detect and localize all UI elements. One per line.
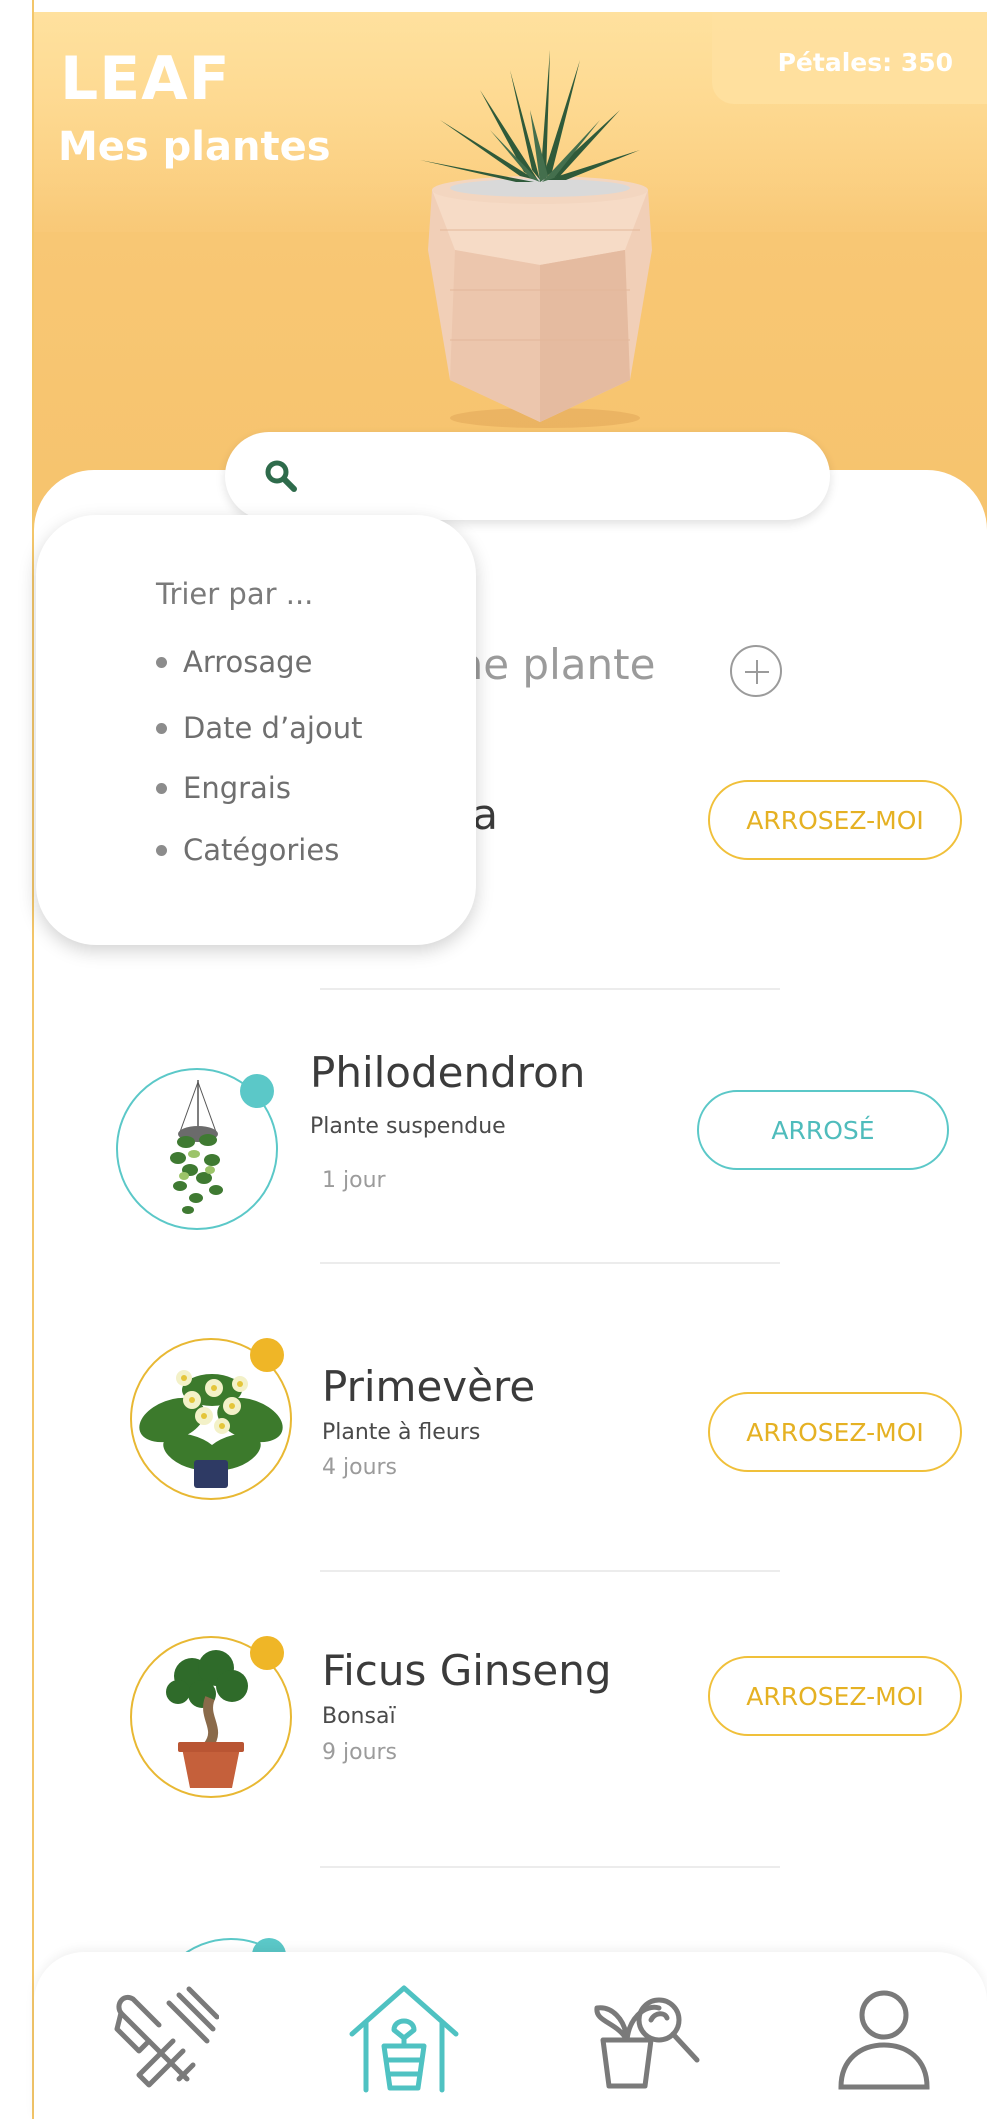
sort-option-label: Engrais <box>183 771 291 805</box>
status-dot <box>250 1338 284 1372</box>
bullet-icon <box>156 844 167 856</box>
water-me-button[interactable]: ARROSEZ-MOI <box>708 1392 962 1472</box>
hero-plant-illustration <box>420 50 660 430</box>
nav-garden-tools[interactable] <box>104 1980 224 2100</box>
sort-menu: Trier par ... Arrosage Date d’ajout Engr… <box>36 515 476 945</box>
plant-days: 9 jours <box>322 1740 398 1765</box>
search-bar[interactable] <box>225 432 830 520</box>
page-title: Mes plantes <box>58 124 331 170</box>
bullet-icon <box>156 782 167 794</box>
app-brand: LEAF <box>60 44 231 114</box>
app-screen: LEAF Mes plantes Pétales: 350 une plante… <box>0 0 987 2119</box>
status-dot <box>240 1074 274 1108</box>
add-plant-icon[interactable] <box>730 645 782 697</box>
petals-counter[interactable]: Pétales: 350 <box>712 12 987 104</box>
plant-category: Bonsaï <box>322 1704 396 1729</box>
sort-option-categories[interactable]: Catégories <box>156 833 339 867</box>
plant-search-icon <box>589 1978 709 2102</box>
status-dot <box>250 1636 284 1670</box>
sort-option-label: Catégories <box>183 833 340 867</box>
sort-option-date-ajout[interactable]: Date d’ajout <box>156 711 362 745</box>
row-divider <box>320 988 780 990</box>
row-divider <box>320 1262 780 1264</box>
plant-category: Plante suspendue <box>310 1114 506 1139</box>
search-input[interactable] <box>315 450 795 502</box>
plant-name: Primevère <box>322 1362 536 1411</box>
watered-button[interactable]: ARROSÉ <box>697 1090 949 1170</box>
bottom-nav <box>34 1952 987 2119</box>
nav-profile[interactable] <box>824 1980 944 2100</box>
search-icon <box>263 458 299 494</box>
plant-name: Ficus Ginseng <box>322 1646 612 1695</box>
plant-days: 4 jours <box>322 1455 398 1480</box>
profile-icon <box>829 1983 939 2097</box>
petals-label: Pétales: 350 <box>777 48 953 77</box>
plant-name: Philodendron <box>310 1048 586 1097</box>
water-me-button[interactable]: ARROSEZ-MOI <box>708 1656 962 1736</box>
row-divider <box>320 1570 780 1572</box>
row-divider <box>320 1866 780 1868</box>
sort-option-engrais[interactable]: Engrais <box>156 771 291 805</box>
home-greenhouse-icon <box>344 1978 464 2102</box>
nav-home[interactable] <box>344 1980 464 2100</box>
sort-menu-title: Trier par ... <box>156 577 314 611</box>
sort-option-label: Arrosage <box>183 645 313 679</box>
plant-category: Plante à fleurs <box>322 1420 481 1445</box>
bullet-icon <box>156 722 167 734</box>
bullet-icon <box>156 656 167 668</box>
sort-option-label: Date d’ajout <box>183 711 363 745</box>
garden-tools-icon <box>109 1983 220 2097</box>
water-me-button[interactable]: ARROSEZ-MOI <box>708 780 962 860</box>
nav-plant-search[interactable] <box>589 1980 709 2100</box>
sort-option-arrosage[interactable]: Arrosage <box>156 645 312 679</box>
plant-days: 1 jour <box>322 1168 386 1193</box>
